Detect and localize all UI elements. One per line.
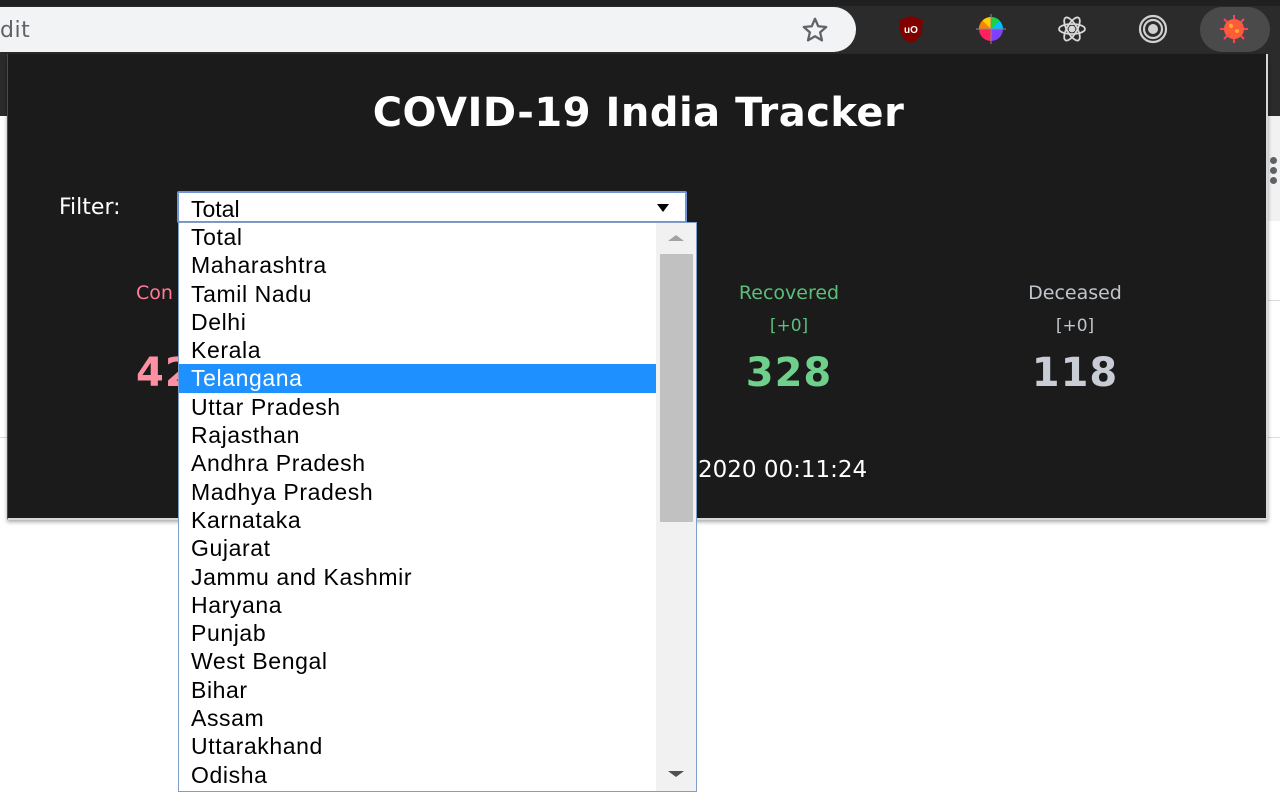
dropdown-option[interactable]: Gujarat xyxy=(179,534,656,562)
dropdown-option[interactable]: Odisha xyxy=(179,761,656,789)
tab-strip xyxy=(0,0,1280,6)
scroll-down-arrow-icon[interactable] xyxy=(668,771,684,777)
dropdown-option[interactable]: Uttar Pradesh xyxy=(179,393,656,421)
dropdown-option[interactable]: Tamil Nadu xyxy=(179,280,656,308)
filter-label: Filter: xyxy=(59,195,121,220)
stat-label: Deceased xyxy=(1028,282,1122,304)
dropdown-option[interactable]: Rajasthan xyxy=(179,421,656,449)
dropdown-option[interactable]: Uttarakhand xyxy=(179,732,656,760)
page-title: COVID-19 India Tracker xyxy=(372,90,905,136)
bookmark-star-icon[interactable] xyxy=(800,15,830,45)
stat-delta: [+0] xyxy=(1055,316,1095,336)
address-bar[interactable]: dit xyxy=(0,7,856,52)
dropdown-option[interactable]: Madhya Pradesh xyxy=(179,478,656,506)
address-text: dit xyxy=(0,18,31,43)
scroll-thumb[interactable] xyxy=(660,254,693,522)
dropdown-option[interactable]: Maharashtra xyxy=(179,251,656,279)
dropdown-option[interactable]: Andhra Pradesh xyxy=(179,449,656,477)
stat-value: 118 xyxy=(1031,350,1119,396)
dropdown-option[interactable]: Kerala xyxy=(179,336,656,364)
options-container: Total Maharashtra Tamil Nadu Delhi Kerala Tel… xyxy=(179,223,696,789)
dropdown-option[interactable]: Telangana xyxy=(179,364,656,393)
dropdown-option[interactable]: Total xyxy=(179,223,656,251)
dropdown-option[interactable]: Bihar xyxy=(179,676,656,704)
stat-label: Recovered xyxy=(738,282,840,304)
dropdown-option[interactable]: Delhi xyxy=(179,308,656,336)
color-picker-icon[interactable] xyxy=(974,12,1008,46)
more-options-icon[interactable] xyxy=(1270,157,1280,187)
stat-value: 328 xyxy=(745,350,833,396)
covid-tracker-icon[interactable] xyxy=(1217,12,1251,46)
browser-toolbar: dit uO xyxy=(0,0,1280,56)
dropdown-option[interactable]: Assam xyxy=(179,704,656,732)
filter-select[interactable]: Total xyxy=(177,191,687,223)
svg-text:uO: uO xyxy=(904,25,918,36)
dropdown-option[interactable]: West Bengal xyxy=(179,647,656,675)
last-updated: 2020 00:11:24 xyxy=(698,457,868,483)
dropdown-option[interactable]: Jammu and Kashmir xyxy=(179,563,656,591)
chevron-down-icon xyxy=(657,204,669,212)
filter-selected-value: Total xyxy=(191,196,240,222)
filter-dropdown-list[interactable]: Total Maharashtra Tamil Nadu Delhi Kerala Tel… xyxy=(178,222,697,792)
dropdown-option[interactable]: Haryana xyxy=(179,591,656,619)
react-devtools-icon[interactable] xyxy=(1055,12,1089,46)
stat-delta: [+0] xyxy=(769,316,809,336)
ublock-origin-icon[interactable]: uO xyxy=(894,12,928,46)
dropdown-scrollbar[interactable] xyxy=(656,223,696,791)
scroll-up-arrow-icon[interactable] xyxy=(668,235,684,241)
dropdown-option[interactable]: Karnataka xyxy=(179,506,656,534)
target-icon[interactable] xyxy=(1136,12,1170,46)
dropdown-option[interactable]: Punjab xyxy=(179,619,656,647)
